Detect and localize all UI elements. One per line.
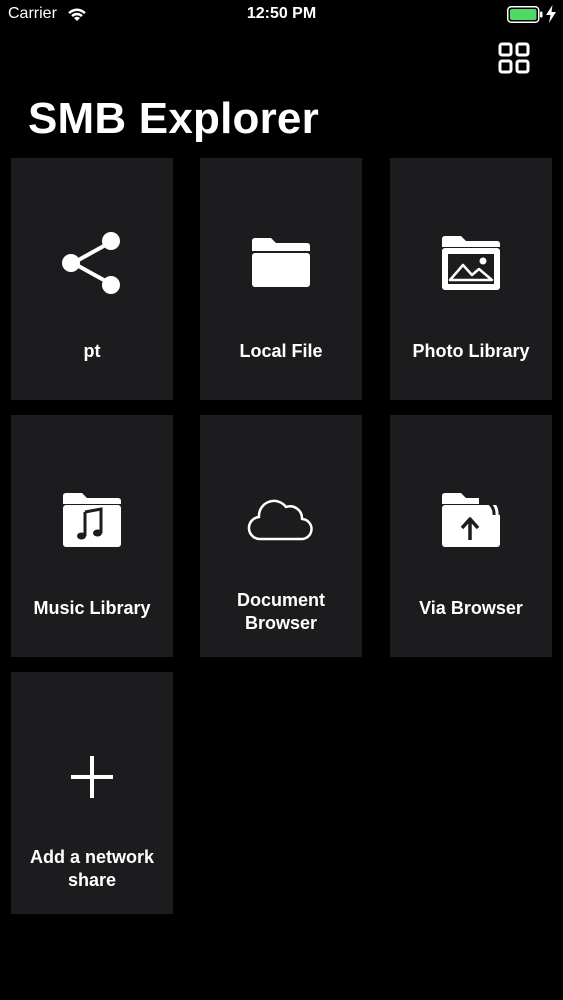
- music-folder-icon: [63, 493, 121, 547]
- tile-pt[interactable]: pt: [11, 158, 173, 400]
- tile-local-file[interactable]: Local File: [200, 158, 362, 400]
- tile-label: Local File: [239, 341, 323, 361]
- tile-label: Photo Library: [412, 341, 530, 361]
- plus-icon: [71, 756, 113, 798]
- tile-label: Music Library: [33, 598, 151, 618]
- folder-icon: [252, 238, 310, 287]
- tile-label: pt: [83, 341, 101, 361]
- tile-via-browser[interactable]: Via Browser: [390, 415, 552, 657]
- tile-label: Document Browser: [236, 590, 325, 633]
- upload-folder-icon: [442, 492, 502, 547]
- tile-music-library[interactable]: Music Library: [11, 415, 173, 657]
- tile-add-network-share[interactable]: Add a network share: [11, 672, 173, 914]
- tile-grid: pt Local File Photo Library Music Librar…: [0, 0, 563, 1000]
- share-icon: [62, 232, 120, 294]
- tile-label: Add a network share: [29, 847, 154, 890]
- tile-label: Via Browser: [419, 598, 523, 618]
- tile-photo-library[interactable]: Photo Library: [390, 158, 552, 400]
- tile-document-browser[interactable]: Document Browser: [200, 415, 362, 657]
- photo-folder-icon: [442, 236, 500, 290]
- cloud-icon: [247, 499, 313, 541]
